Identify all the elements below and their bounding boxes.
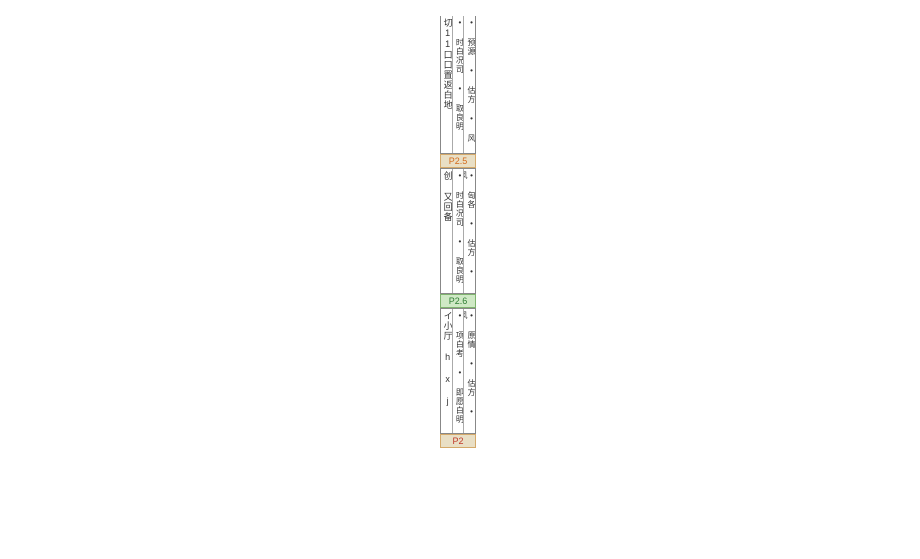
section-p25: 切11口口置返白地 • 时白况司 • 取良明 • 预源 • 估方 • 风 [440,16,476,154]
section-right-text: • 匈各 • 估方 • 风 [464,169,475,293]
section-mid-text: • 时白况司 • 取良明 [453,16,464,153]
section-right-text: • 原情 • 估方 • 风 [464,309,475,433]
section-label-p25: P2.5 [440,154,476,168]
page-column: 切11口口置返白地 • 时白况司 • 取良明 • 预源 • 估方 • 风 P2.… [440,16,476,448]
section-inner: 创 又回备 • 时白况司 • 取良明 • 匈各 • 估方 • 风 [441,169,475,293]
section-label-p26: P2.6 [440,294,476,308]
section-left-text: 切11口口置返白地 [441,16,452,153]
section-inner: イ小厅 h x j • 项白考 • 即愿白明 • 原情 • 估方 • 风 [441,309,475,433]
section-mid-text: • 项白考 • 即愿白明 [453,309,464,433]
section-right-text: • 预源 • 估方 • 风 [464,16,475,153]
section-mid-text: • 时白况司 • 取良明 [453,169,464,293]
section-left-text: イ小厅 h x j [441,309,452,433]
section-p2: イ小厅 h x j • 项白考 • 即愿白明 • 原情 • 估方 • 风 [440,308,476,434]
section-inner: 切11口口置返白地 • 时白况司 • 取良明 • 预源 • 估方 • 风 [441,16,475,153]
section-p26: 创 又回备 • 时白况司 • 取良明 • 匈各 • 估方 • 风 [440,168,476,294]
section-left-text: 创 又回备 [441,169,452,293]
section-label-p2: P2 [440,434,476,448]
